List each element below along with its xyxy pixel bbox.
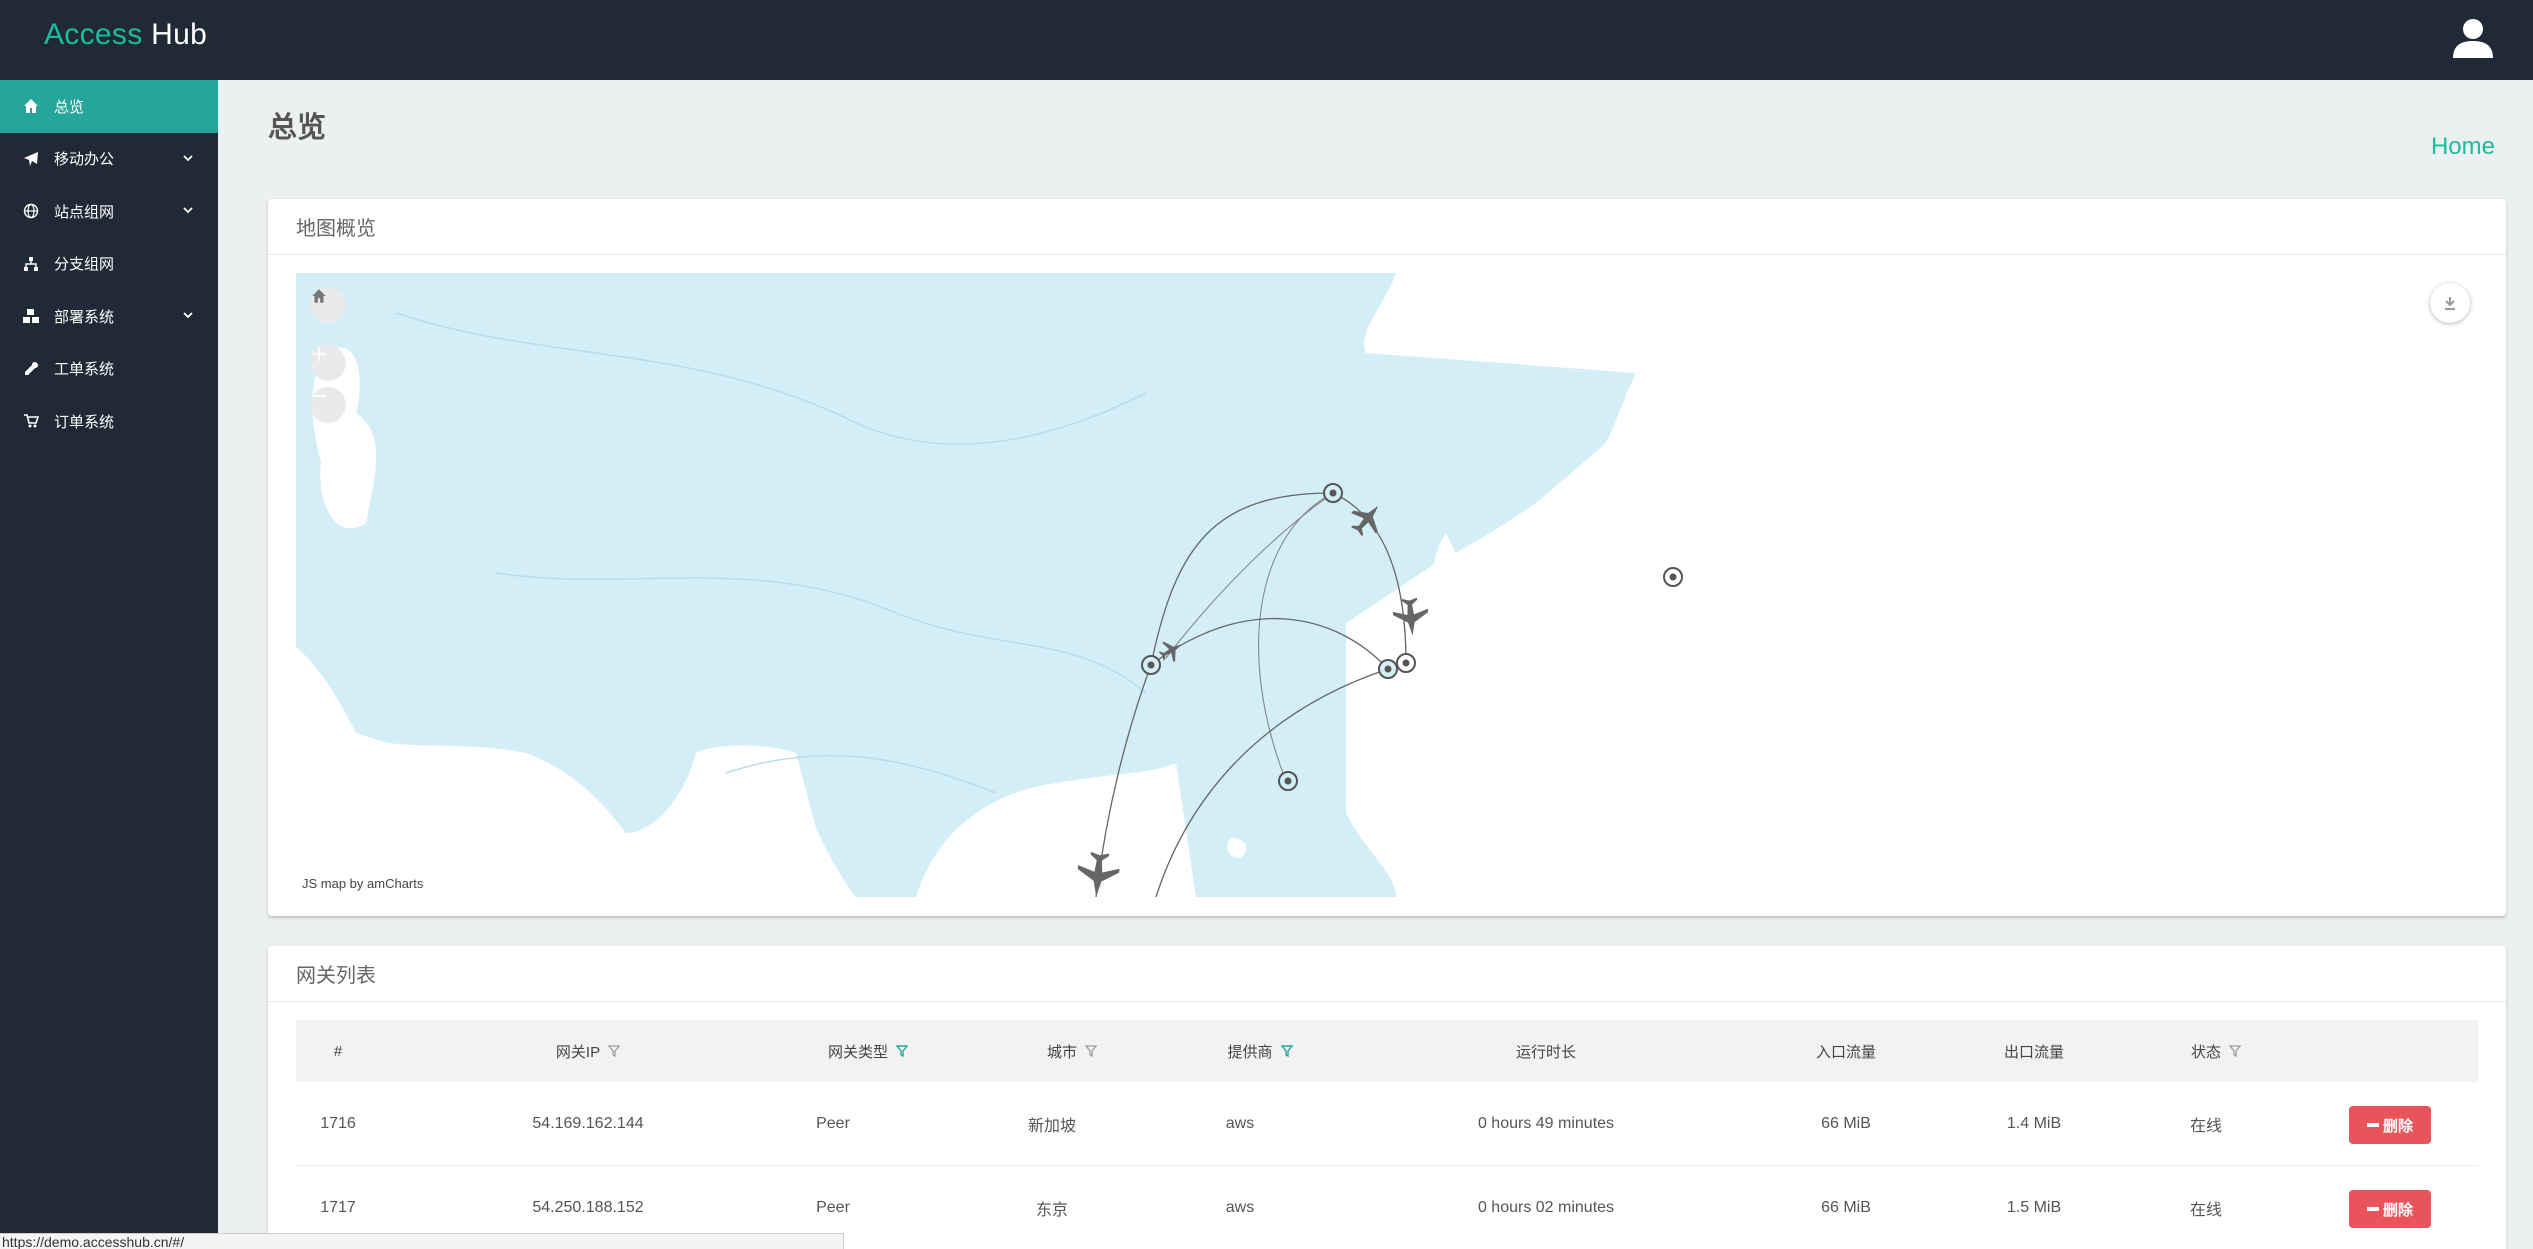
chevron-down-icon	[183, 207, 193, 214]
gateway-table-panel: 网关列表 # 网关IP 网关类型 城市 提供商 运行时长 入口流量 出口流量 状…	[268, 946, 2506, 1249]
map-download-button[interactable]	[2430, 283, 2470, 323]
column-header-outbound: 出口流量	[2003, 1043, 2064, 1061]
column-header-city: 城市	[992, 1020, 1152, 1082]
filter-icon[interactable]	[896, 1045, 908, 1057]
map-marker[interactable]	[1323, 483, 1343, 503]
cubes-icon	[22, 307, 40, 325]
home-icon	[22, 97, 40, 115]
map-marker[interactable]	[1278, 771, 1298, 791]
column-header-inbound: 入口流量	[1815, 1043, 1876, 1061]
cell-inbound: 66 MiB	[1821, 1115, 1871, 1132]
globe-icon	[22, 202, 40, 220]
chevron-down-icon	[183, 154, 193, 161]
cell-provider: aws	[1225, 1199, 1255, 1216]
map-svg	[296, 273, 1751, 897]
column-header-status: 状态	[2136, 1020, 2296, 1082]
sidebar-item-label: 站点组网	[54, 203, 115, 221]
sidebar-item-site-network[interactable]: 站点组网	[0, 185, 218, 238]
sitemap-icon	[22, 255, 40, 273]
top-navbar: Access Hub	[0, 0, 2533, 80]
cell-uptime: 0 hours 02 minutes	[1477, 1199, 1615, 1216]
cell-provider: aws	[1225, 1115, 1255, 1132]
column-header-uptime: 运行时长	[1515, 1043, 1576, 1061]
filter-icon[interactable]	[2229, 1045, 2241, 1057]
map-marker[interactable]	[1141, 655, 1161, 675]
sidebar-item-ticket-system[interactable]: 工单系统	[0, 343, 218, 396]
cell-status: 在线	[2189, 1118, 2222, 1135]
cell-outbound: 1.5 MiB	[2006, 1199, 2062, 1216]
land-south-asia	[296, 647, 856, 897]
cell-uptime: 0 hours 49 minutes	[1477, 1115, 1615, 1132]
sidebar: 总览 移动办公 站点组网 分支组网 部署系统 工单系统 订单系统	[0, 80, 218, 1249]
column-header-provider: 提供商	[1170, 1020, 1350, 1082]
delete-button-label: 删除	[2382, 1201, 2413, 1219]
sidebar-item-label: 部署系统	[54, 308, 115, 326]
wrench-icon	[22, 360, 40, 378]
cell-status: 在线	[2189, 1202, 2222, 1219]
zoom-out-button[interactable]	[310, 387, 346, 423]
cell-city: 东京	[1035, 1202, 1068, 1219]
filter-icon[interactable]	[1085, 1045, 1097, 1057]
logo-accent: Access	[44, 18, 143, 51]
status-bar-url: https://demo.accesshub.cn/#/	[0, 1233, 844, 1249]
cell-outbound: 1.4 MiB	[2006, 1115, 2062, 1132]
cell-type: Peer	[816, 1115, 850, 1132]
plane-icon	[22, 150, 40, 168]
map-marker[interactable]	[1396, 653, 1416, 673]
zoom-in-button[interactable]	[310, 345, 346, 381]
cell-inbound: 66 MiB	[1821, 1199, 1871, 1216]
plane-icon	[1351, 505, 1379, 537]
sidebar-item-label: 订单系统	[54, 413, 115, 431]
sidebar-item-order-system[interactable]: 订单系统	[0, 395, 218, 448]
page-title: 总览	[268, 112, 327, 144]
sidebar-item-label: 总览	[54, 98, 85, 116]
land-korea	[1433, 533, 1461, 610]
map-panel: 地图概览 JS map by amCharts	[268, 199, 2506, 916]
minus-icon	[2366, 1207, 2379, 1211]
cell-id: 1716	[320, 1115, 356, 1132]
column-header-id: #	[333, 1042, 343, 1060]
land-southeast-asia	[916, 763, 1196, 897]
gateway-table-title: 网关列表	[268, 946, 2506, 1002]
sidebar-item-branch-network[interactable]: 分支组网	[0, 238, 218, 291]
map-canvas[interactable]: JS map by amCharts	[296, 273, 1751, 897]
land-pacific-region	[1346, 273, 1751, 897]
sidebar-item-label: 工单系统	[54, 361, 115, 379]
delete-button-label: 删除	[2382, 1117, 2413, 1135]
breadcrumb-home[interactable]: Home	[2431, 133, 2495, 161]
download-icon	[2445, 297, 2455, 310]
delete-button[interactable]: 删除	[2349, 1190, 2431, 1228]
map-panel-title: 地图概览	[268, 199, 2506, 255]
user-avatar-icon[interactable]	[2451, 16, 2495, 60]
sidebar-item-label: 移动办公	[54, 151, 115, 169]
zoom-in-icon	[312, 347, 326, 361]
delete-button[interactable]: 删除	[2349, 1106, 2431, 1144]
map-credit[interactable]: JS map by amCharts	[302, 876, 423, 891]
cell-city: 新加坡	[1027, 1118, 1076, 1135]
cart-icon	[22, 412, 40, 430]
map-marker[interactable]	[1378, 659, 1398, 679]
sidebar-item-deploy-system[interactable]: 部署系统	[0, 290, 218, 343]
sidebar-item-overview[interactable]: 总览	[0, 80, 218, 133]
cell-ip: 54.169.162.144	[532, 1115, 644, 1132]
home-icon	[312, 289, 326, 303]
zoom-out-icon	[312, 395, 326, 397]
logo-rest: Hub	[151, 18, 208, 51]
sidebar-item-mobile-office[interactable]: 移动办公	[0, 133, 218, 186]
chevron-down-icon	[183, 312, 193, 319]
map-marker[interactable]	[1663, 567, 1683, 587]
table-header: # 网关IP 网关类型 城市 提供商 运行时长 入口流量 出口流量 状态	[296, 1020, 2478, 1082]
map-home-button[interactable]	[310, 287, 346, 323]
sidebar-item-label: 分支组网	[54, 256, 115, 274]
column-header-type: 网关类型	[768, 1020, 968, 1082]
minus-icon	[2366, 1123, 2379, 1127]
table-row: 1716 54.169.162.144 Peer 新加坡 aws 0 hours…	[296, 1082, 2478, 1166]
filter-icon[interactable]	[1280, 1045, 1293, 1057]
column-header-ip: 网关IP	[508, 1020, 668, 1082]
filter-icon[interactable]	[608, 1045, 621, 1057]
app-logo[interactable]: Access Hub	[44, 18, 207, 52]
